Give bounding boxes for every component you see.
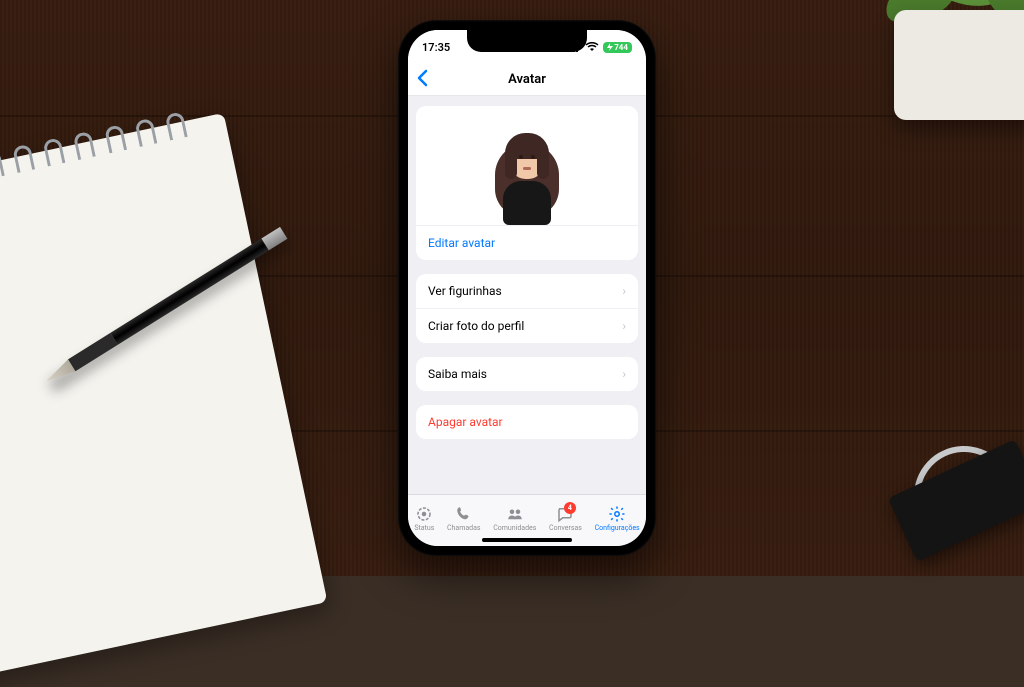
phone-icon [455,505,473,523]
row-label: Ver figurinhas [428,284,502,298]
tab-status[interactable]: Status [414,505,434,532]
avatar-card: Editar avatar [416,106,638,260]
status-icon [415,505,433,523]
tab-chats[interactable]: 4 Conversas [549,505,582,532]
row-delete-avatar[interactable]: Apagar avatar [416,405,638,439]
row-learn-more[interactable]: Saiba mais › [416,357,638,391]
tab-communities[interactable]: Comunidades [493,505,536,532]
chats-badge: 4 [564,502,576,514]
chevron-right-icon: › [622,319,626,333]
row-label: Apagar avatar [428,415,503,429]
phone-notch [467,30,587,52]
row-label: Saiba mais [428,367,487,381]
avatar-preview [416,106,638,226]
chevron-right-icon: › [622,367,626,381]
back-button[interactable] [416,69,428,91]
tab-label: Status [414,524,434,532]
avatar-image [487,125,567,225]
battery-value: 744 [614,43,628,52]
learn-more-card: Saiba mais › [416,357,638,391]
edit-avatar-button[interactable]: Editar avatar [416,226,638,260]
tab-label: Chamadas [447,524,481,532]
tab-label: Configurações [595,524,640,532]
status-time: 17:35 [422,41,450,54]
phone-screen: 17:35 744 Avatar [408,30,646,546]
gear-icon [608,505,626,523]
nav-header: Avatar [408,64,646,96]
page-title: Avatar [508,72,546,87]
content-area[interactable]: Editar avatar Ver figurinhas › Criar fot… [408,96,646,494]
options-card: Ver figurinhas › Criar foto do perfil › [416,274,638,343]
home-indicator[interactable] [482,538,572,542]
wifi-icon [585,42,599,52]
communities-icon [506,505,524,523]
tab-label: Conversas [549,524,582,532]
row-create-profile-photo[interactable]: Criar foto do perfil › [416,309,638,343]
delete-card: Apagar avatar [416,405,638,439]
phone-frame: 17:35 744 Avatar [398,20,656,556]
tab-calls[interactable]: Chamadas [447,505,481,532]
battery-badge: 744 [603,42,632,53]
row-label: Criar foto do perfil [428,319,524,333]
plant-pot [874,0,1024,110]
chevron-right-icon: › [622,284,626,298]
tab-label: Comunidades [493,524,536,532]
row-view-stickers[interactable]: Ver figurinhas › [416,274,638,309]
tab-settings[interactable]: Configurações [595,505,640,532]
